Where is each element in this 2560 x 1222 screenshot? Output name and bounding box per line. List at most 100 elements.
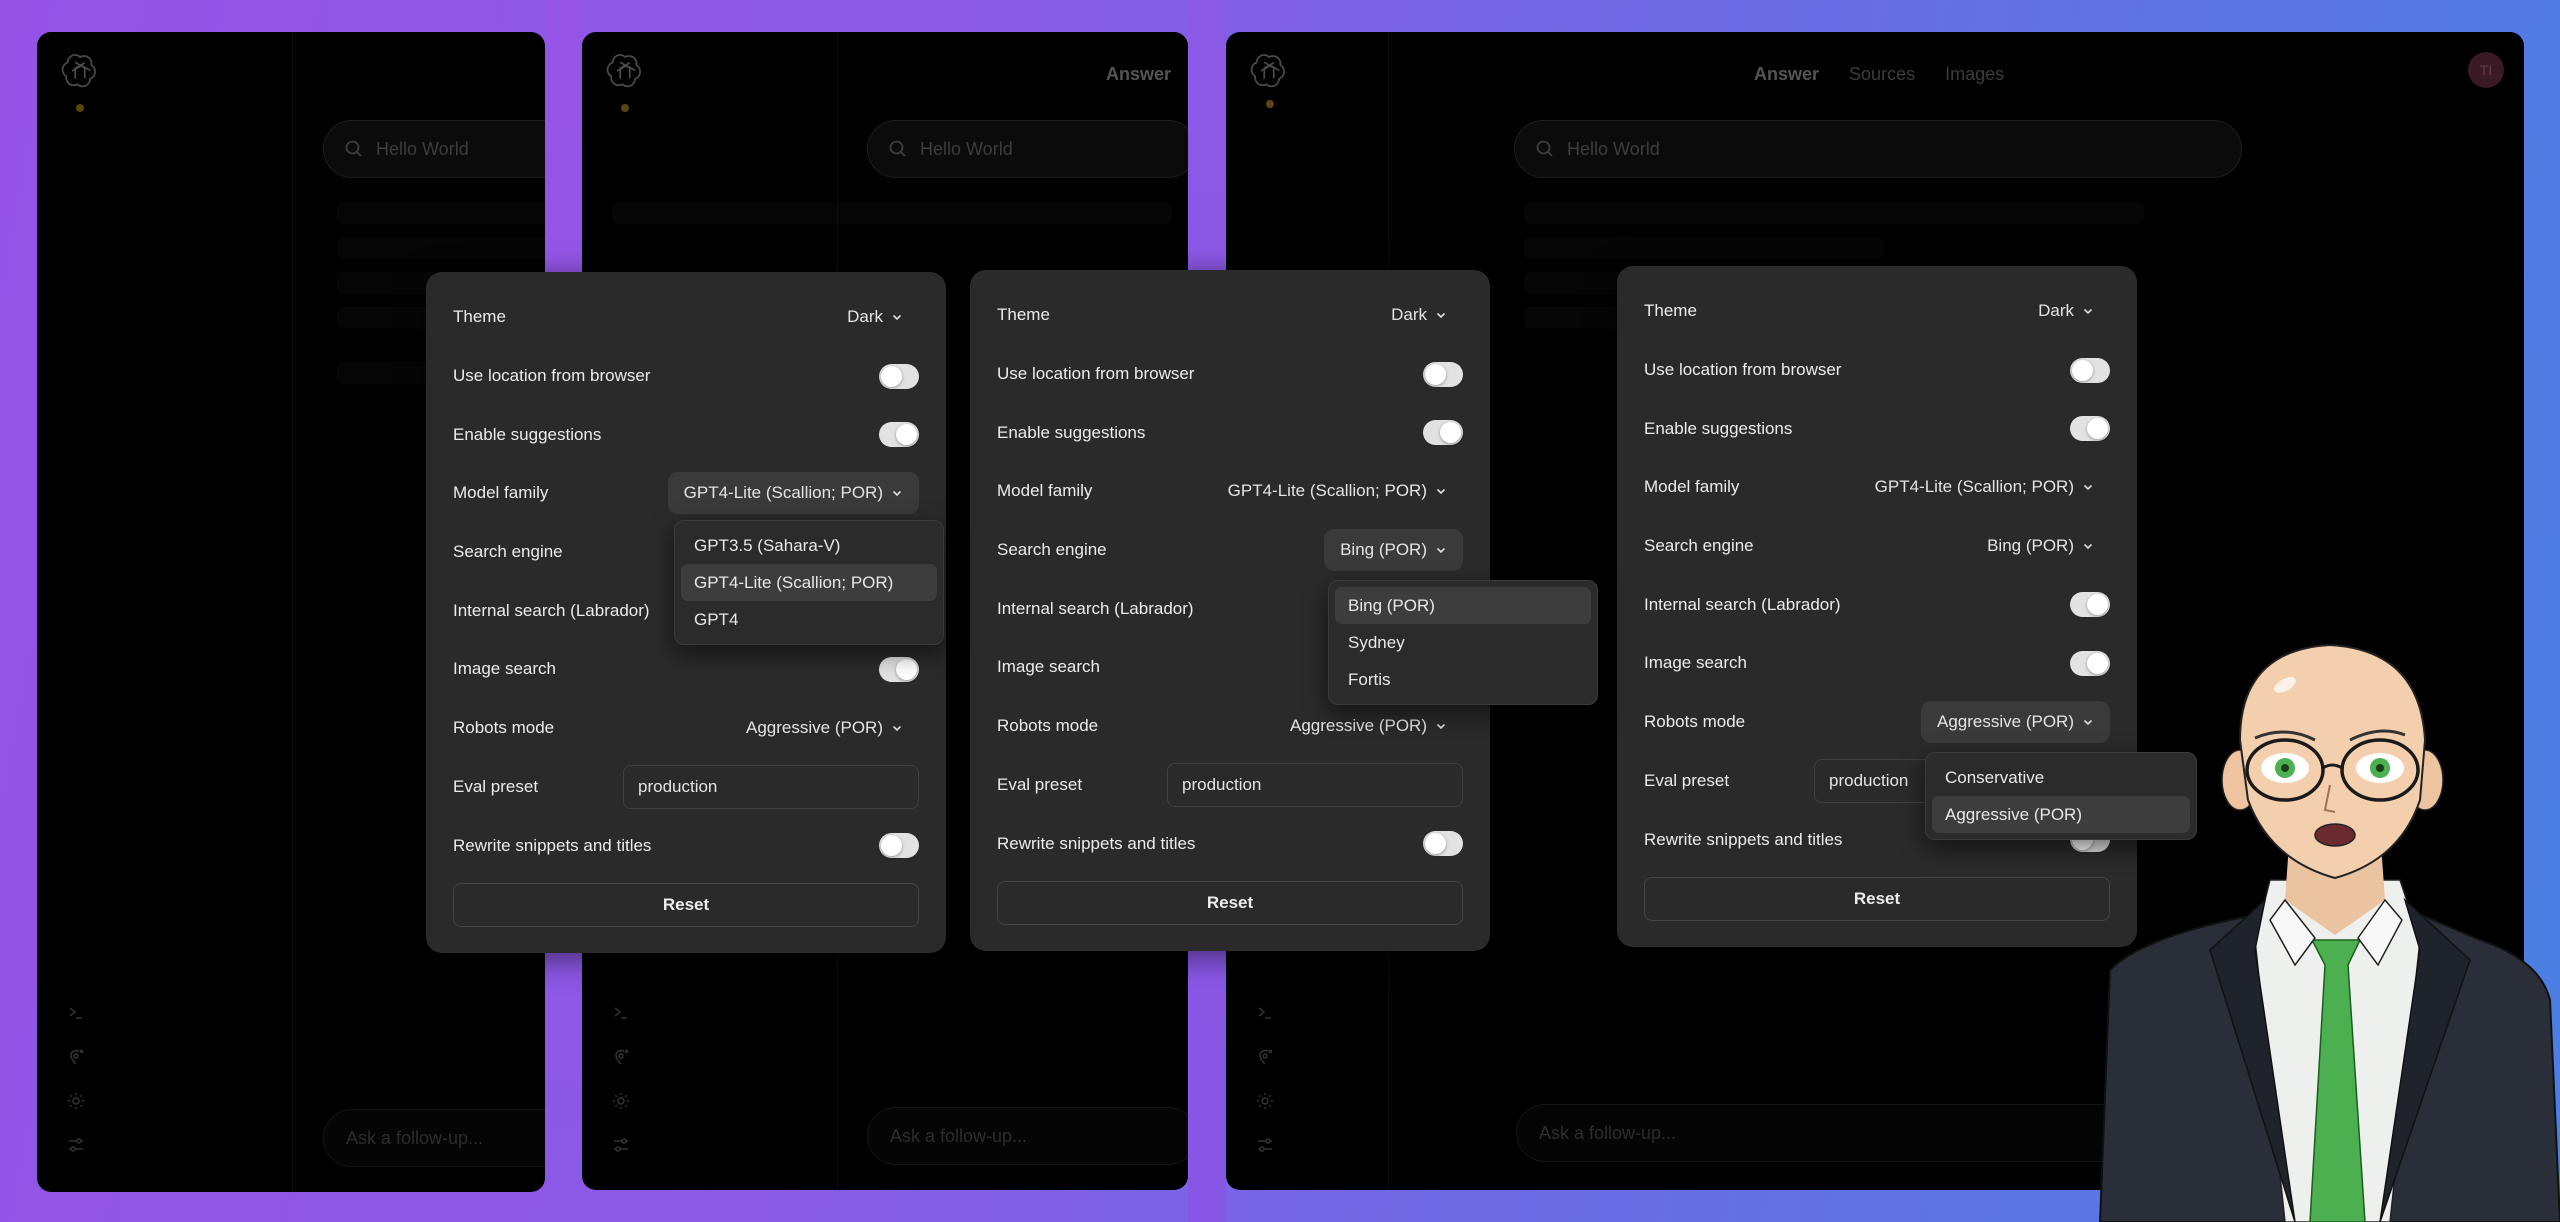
sun-icon[interactable] [67, 1092, 85, 1110]
toggle-knob [881, 835, 902, 857]
reset-button[interactable]: Reset [453, 882, 919, 927]
location-off-icon[interactable] [67, 1048, 85, 1066]
setting-enable-suggestions: Enable suggestions [1644, 399, 2110, 458]
model-family-value: GPT4-Lite (Scallion; POR) [1227, 481, 1427, 501]
menu-item-gpt4[interactable]: GPT4 [681, 601, 937, 638]
enable-suggestions-label: Enable suggestions [453, 424, 602, 444]
location-off-icon[interactable] [612, 1048, 630, 1066]
robots-mode-select[interactable]: Aggressive (POR) [730, 707, 919, 749]
settings-panel-2: Theme Dark Use location from browser Ena… [970, 270, 1598, 951]
toggle-knob [2087, 418, 2108, 440]
theme-select[interactable]: Dark [2022, 290, 2110, 332]
skeleton-line [1524, 237, 1884, 259]
search-icon [889, 140, 906, 157]
sliders-icon[interactable] [1256, 1136, 1274, 1154]
status-dot [621, 104, 629, 112]
chevron-down-icon [1436, 489, 1446, 495]
setting-search-engine: Search engine Bing (POR) [1644, 517, 2110, 576]
terminal-icon[interactable] [1256, 1004, 1274, 1022]
use-location-label: Use location from browser [1644, 360, 1842, 380]
model-family-select[interactable]: GPT4-Lite (Scallion; POR) [667, 472, 919, 515]
menu-item-gpt4-lite[interactable]: GPT4-Lite (Scallion; POR) [681, 564, 937, 601]
terminal-icon[interactable] [67, 1004, 85, 1022]
theme-select[interactable]: Dark [1375, 294, 1463, 336]
menu-item-bing[interactable]: Bing (POR) [1335, 587, 1591, 624]
sidebar-divider [292, 32, 293, 1192]
sidebar-icons [1256, 1004, 1274, 1154]
skeleton-line [337, 202, 545, 224]
eval-preset-input[interactable] [1167, 762, 1463, 807]
model-family-value: GPT4-Lite (Scallion; POR) [1874, 477, 2074, 497]
eval-preset-label: Eval preset [1644, 770, 1730, 790]
setting-rewrite-snippets: Rewrite snippets and titles [997, 814, 1463, 873]
status-dot [1266, 100, 1274, 108]
sidebar-icons [612, 1004, 630, 1154]
model-family-select[interactable]: GPT4-Lite (Scallion; POR) [1212, 470, 1463, 512]
search-icon [345, 140, 362, 157]
search-engine-value: Bing (POR) [1340, 540, 1427, 560]
tab-answer[interactable]: Answer [1106, 64, 1171, 85]
follow-up-input[interactable]: Ask a follow-up... [867, 1107, 1188, 1165]
mouth [2314, 823, 2356, 847]
enable-suggestions-label: Enable suggestions [997, 422, 1146, 442]
follow-up-input[interactable]: Ask a follow-up... [323, 1109, 545, 1167]
menu-item-gpt35[interactable]: GPT3.5 (Sahara-V) [681, 527, 937, 564]
top-tabs: Answer Sources Images [1754, 64, 2004, 85]
user-avatar[interactable]: TI [2468, 52, 2504, 88]
terminal-icon[interactable] [612, 1004, 630, 1022]
robots-mode-label: Robots mode [997, 716, 1099, 736]
eval-preset-input[interactable] [623, 764, 919, 809]
sun-icon[interactable] [1256, 1092, 1274, 1110]
internal-search-label: Internal search (Labrador) [453, 600, 650, 620]
sun-icon[interactable] [612, 1092, 630, 1110]
rewrite-snippets-toggle[interactable] [879, 833, 919, 859]
image-search-toggle[interactable] [879, 656, 919, 682]
search-bar[interactable]: Hello World [867, 120, 1188, 178]
pupil-right [2376, 764, 2384, 772]
image-search-label: Image search [1644, 653, 1747, 673]
search-bar[interactable]: Hello World [323, 120, 545, 178]
search-engine-select[interactable]: Bing (POR) [1324, 529, 1463, 572]
enable-suggestions-toggle[interactable] [879, 422, 919, 448]
settings-panel-1: Theme Dark Use location from browser Ena… [426, 272, 946, 953]
chevron-down-icon [1436, 548, 1446, 554]
image-search-label: Image search [997, 657, 1100, 677]
robots-mode-label: Robots mode [1644, 712, 1746, 732]
use-location-toggle[interactable] [2070, 357, 2110, 383]
use-location-label: Use location from browser [453, 366, 651, 386]
theme-value: Dark [847, 307, 883, 327]
menu-item-sydney[interactable]: Sydney [1335, 624, 1591, 661]
use-location-toggle[interactable] [879, 363, 919, 389]
menu-item-fortis[interactable]: Fortis [1335, 661, 1591, 698]
search-icon [1536, 140, 1553, 157]
search-bar[interactable]: Hello World [1514, 120, 2242, 178]
enable-suggestions-toggle[interactable] [2070, 416, 2110, 442]
internal-search-toggle[interactable] [2070, 592, 2110, 618]
search-engine-select[interactable]: Bing (POR) [1971, 525, 2110, 567]
setting-theme: Theme Dark [997, 286, 1463, 345]
setting-theme: Theme Dark [453, 288, 919, 347]
enable-suggestions-toggle[interactable] [1423, 420, 1463, 446]
model-family-select[interactable]: GPT4-Lite (Scallion; POR) [1859, 466, 2110, 508]
robots-mode-value: Aggressive (POR) [1937, 712, 2074, 732]
model-family-label: Model family [453, 483, 549, 503]
rewrite-snippets-toggle[interactable] [1423, 831, 1463, 857]
location-off-icon[interactable] [1256, 1048, 1274, 1066]
reset-button[interactable]: Reset [997, 880, 1463, 925]
setting-robots-mode: Robots mode Aggressive (POR) [1644, 693, 2110, 752]
robots-mode-select[interactable]: Aggressive (POR) [1274, 705, 1463, 747]
setting-robots-mode: Robots mode Aggressive (POR) [997, 697, 1463, 756]
skeleton-line [1524, 272, 1624, 294]
tab-sources[interactable]: Sources [1849, 64, 1915, 85]
use-location-toggle[interactable] [1423, 361, 1463, 387]
theme-select[interactable]: Dark [831, 296, 919, 338]
toggle-knob [1425, 363, 1446, 385]
tab-answer[interactable]: Answer [1754, 64, 1819, 85]
reset-button[interactable]: Reset [1644, 876, 2110, 921]
internal-search-label: Internal search (Labrador) [1644, 594, 1841, 614]
sliders-icon[interactable] [612, 1136, 630, 1154]
sliders-icon[interactable] [67, 1136, 85, 1154]
tab-images[interactable]: Images [1945, 64, 2004, 85]
status-dot [76, 104, 84, 112]
chevron-down-icon [2083, 309, 2093, 315]
